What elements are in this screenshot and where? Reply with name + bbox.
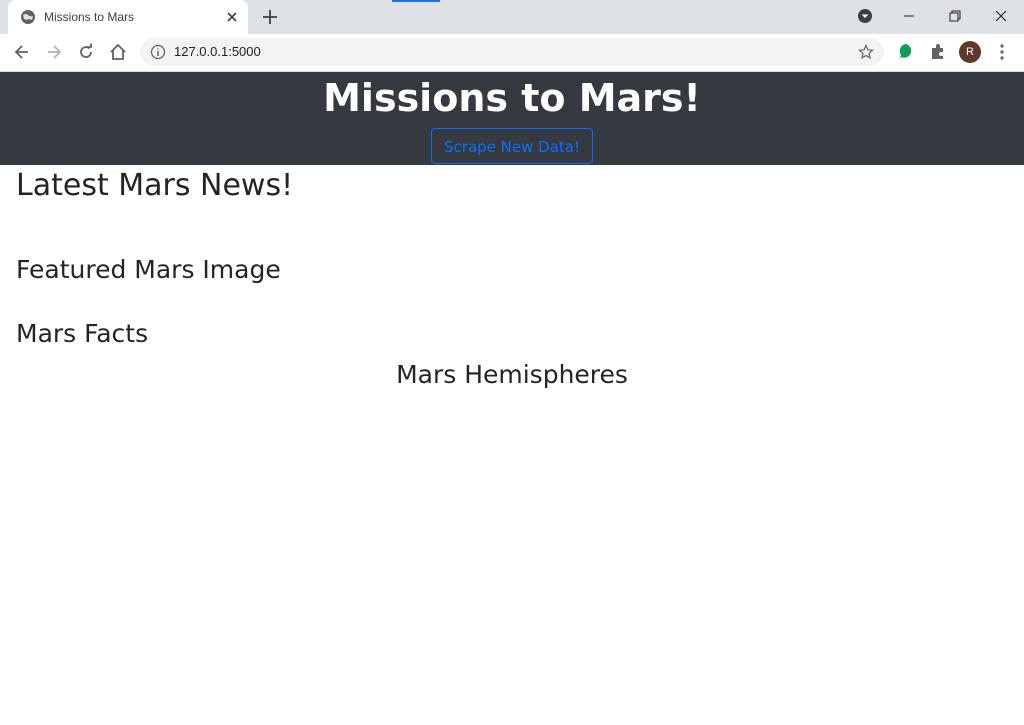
minimize-icon[interactable] [898, 5, 920, 27]
close-window-icon[interactable] [990, 5, 1012, 27]
back-icon[interactable] [12, 42, 32, 62]
forward-icon[interactable] [44, 42, 64, 62]
bookmark-star-icon[interactable] [858, 44, 874, 60]
reload-icon[interactable] [76, 42, 96, 62]
browser-tabstrip: Missions to Mars [0, 0, 1024, 34]
tab-search-icon[interactable] [854, 5, 876, 27]
section-heading-hemispheres: Mars Hemispheres [396, 360, 628, 389]
restore-icon[interactable] [944, 5, 966, 27]
address-url[interactable]: 127.0.0.1:5000 [174, 44, 261, 60]
extension-green-icon[interactable] [896, 42, 916, 62]
home-icon[interactable] [108, 42, 128, 62]
address-bar[interactable]: 127.0.0.1:5000 [140, 38, 884, 66]
new-tab-icon[interactable] [260, 7, 280, 27]
browser-menu-icon[interactable] [992, 42, 1012, 62]
profile-avatar[interactable]: R [959, 41, 981, 63]
tab-title: Missions to Mars [44, 10, 135, 24]
page-title: Missions to Mars! [323, 76, 701, 120]
page-header: Missions to Mars! Scrape New Data! [0, 72, 1024, 165]
browser-tab[interactable]: Missions to Mars [8, 0, 248, 34]
close-tab-icon[interactable] [224, 9, 240, 25]
section-heading-news: Latest Mars News! [16, 168, 294, 203]
extensions-puzzle-icon[interactable] [928, 42, 948, 62]
section-heading-featured-image: Featured Mars Image [16, 255, 281, 284]
info-icon[interactable] [150, 44, 166, 60]
tabstrip-accent [392, 0, 440, 2]
section-heading-facts: Mars Facts [16, 319, 149, 348]
scrape-button[interactable]: Scrape New Data! [431, 128, 593, 164]
globe-icon [21, 10, 35, 24]
